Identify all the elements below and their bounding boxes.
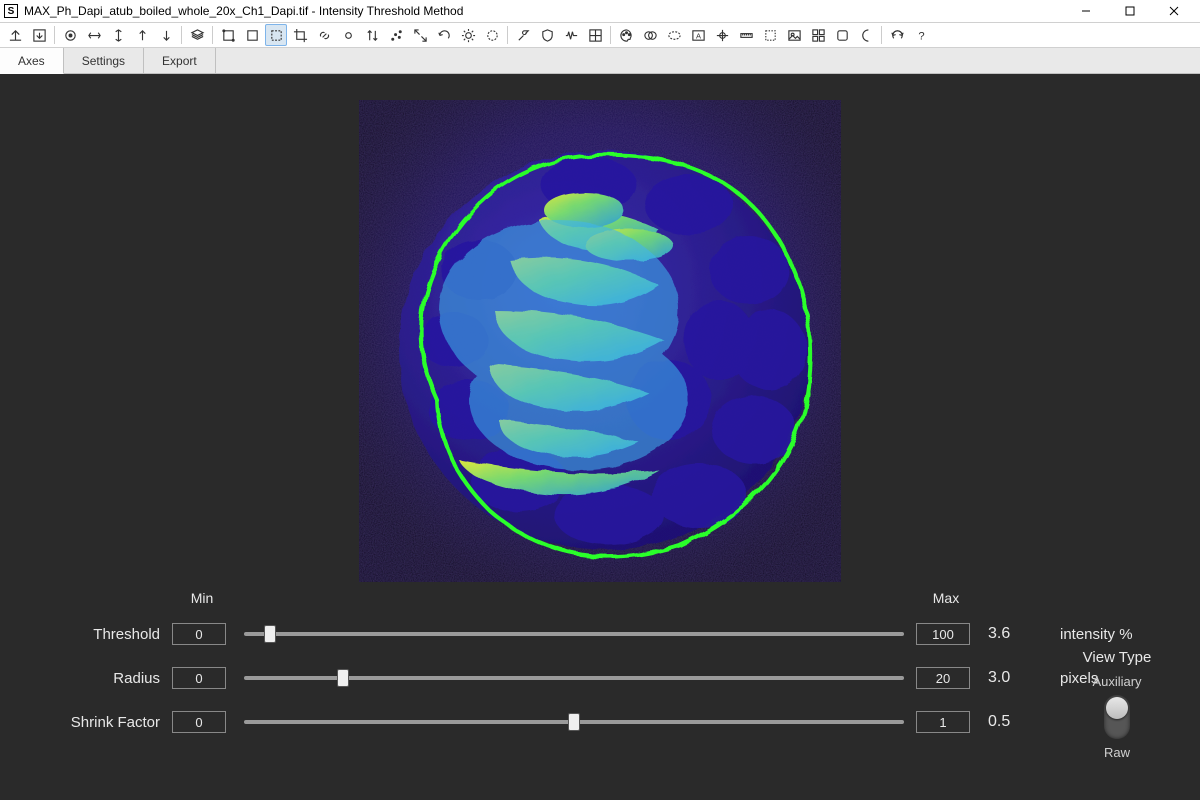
hflip-icon[interactable] (83, 24, 105, 46)
threshold-row: Threshold 3.6 intensity % (20, 612, 1180, 656)
threshold-thumb[interactable] (264, 625, 276, 643)
radius-max-input[interactable] (916, 667, 970, 689)
radius-row: Radius 3.0 pixels (20, 656, 1180, 700)
radius-value: 3.0 (988, 669, 1048, 687)
image-preview[interactable] (359, 100, 841, 582)
sort-icon[interactable] (361, 24, 383, 46)
shrink-value: 0.5 (988, 713, 1048, 731)
close-button[interactable] (1152, 0, 1196, 22)
marquee-icon[interactable] (759, 24, 781, 46)
radius-slider[interactable] (244, 676, 904, 680)
radius-label: Radius (20, 670, 160, 687)
shrink-min-input[interactable] (172, 711, 226, 733)
app-icon: S (4, 4, 18, 18)
min-header: Min (172, 590, 232, 606)
viewtype-raw-label: Raw (1062, 745, 1172, 760)
waveform-icon[interactable] (560, 24, 582, 46)
viewtype-panel: View Type Auxiliary Raw (1062, 649, 1172, 760)
overlap-icon[interactable] (639, 24, 661, 46)
shrink-max-input[interactable] (916, 711, 970, 733)
shrink-row: Shrink Factor 0.5 (20, 700, 1180, 744)
window-title: MAX_Ph_Dapi_atub_boiled_whole_20x_Ch1_Da… (24, 4, 463, 18)
shield-icon[interactable] (536, 24, 558, 46)
radius-min-input[interactable] (172, 667, 226, 689)
circle-select-icon[interactable] (481, 24, 503, 46)
rect-select-icon[interactable] (217, 24, 239, 46)
crop-icon[interactable] (289, 24, 311, 46)
sunburst-icon[interactable] (457, 24, 479, 46)
image-icon[interactable] (783, 24, 805, 46)
layers-icon[interactable] (186, 24, 208, 46)
arrow-down-icon[interactable] (155, 24, 177, 46)
target-icon[interactable] (59, 24, 81, 46)
toolbar: A? (0, 22, 1200, 48)
threshold-unit: intensity % (1060, 626, 1180, 643)
minimize-button[interactable] (1064, 0, 1108, 22)
import-icon[interactable] (28, 24, 50, 46)
svg-text:A: A (695, 31, 700, 40)
tab-axes[interactable]: Axes (0, 48, 64, 74)
arrow-up-icon[interactable] (131, 24, 153, 46)
viewtype-knob (1106, 697, 1128, 719)
expand-icon[interactable] (409, 24, 431, 46)
tools-icon[interactable] (512, 24, 534, 46)
rotate-icon[interactable] (433, 24, 455, 46)
threshold-max-input[interactable] (916, 623, 970, 645)
tabbar: AxesSettingsExport (0, 48, 1200, 74)
viewtype-toggle[interactable] (1104, 695, 1130, 739)
ellipse-dashed-icon[interactable] (663, 24, 685, 46)
ruler-icon[interactable] (735, 24, 757, 46)
threshold-slider[interactable] (244, 632, 904, 636)
tab-settings[interactable]: Settings (64, 48, 144, 73)
maximize-button[interactable] (1108, 0, 1152, 22)
tab-export[interactable]: Export (144, 48, 216, 73)
refresh-icon[interactable] (886, 24, 908, 46)
viewtype-aux-label: Auxiliary (1062, 674, 1172, 689)
vflip-icon[interactable] (107, 24, 129, 46)
stage: Min Max Threshold 3.6 intensity % Radius… (0, 74, 1200, 800)
shrink-thumb[interactable] (568, 713, 580, 731)
threshold-value: 3.6 (988, 625, 1048, 643)
rect-outline-icon[interactable] (241, 24, 263, 46)
grid4-icon[interactable] (807, 24, 829, 46)
chain-icon[interactable] (337, 24, 359, 46)
text-annot-icon[interactable]: A (687, 24, 709, 46)
max-header: Max (916, 590, 976, 606)
link-icon[interactable] (313, 24, 335, 46)
grid-icon[interactable] (584, 24, 606, 46)
viewtype-title: View Type (1062, 649, 1172, 666)
controls-panel: Min Max Threshold 3.6 intensity % Radius… (0, 590, 1200, 800)
svg-text:?: ? (918, 30, 924, 42)
crosshair-icon[interactable] (711, 24, 733, 46)
palette-icon[interactable] (615, 24, 637, 46)
shrink-slider[interactable] (244, 720, 904, 724)
rounded-rect-icon[interactable] (831, 24, 853, 46)
scatter-icon[interactable] (385, 24, 407, 46)
radius-thumb[interactable] (337, 669, 349, 687)
moon-icon[interactable] (855, 24, 877, 46)
help-icon[interactable]: ? (910, 24, 932, 46)
upload-icon[interactable] (4, 24, 26, 46)
threshold-label: Threshold (20, 626, 160, 643)
rect-dashed-icon[interactable] (265, 24, 287, 46)
shrink-label: Shrink Factor (20, 714, 160, 731)
titlebar: S MAX_Ph_Dapi_atub_boiled_whole_20x_Ch1_… (0, 0, 1200, 22)
threshold-min-input[interactable] (172, 623, 226, 645)
